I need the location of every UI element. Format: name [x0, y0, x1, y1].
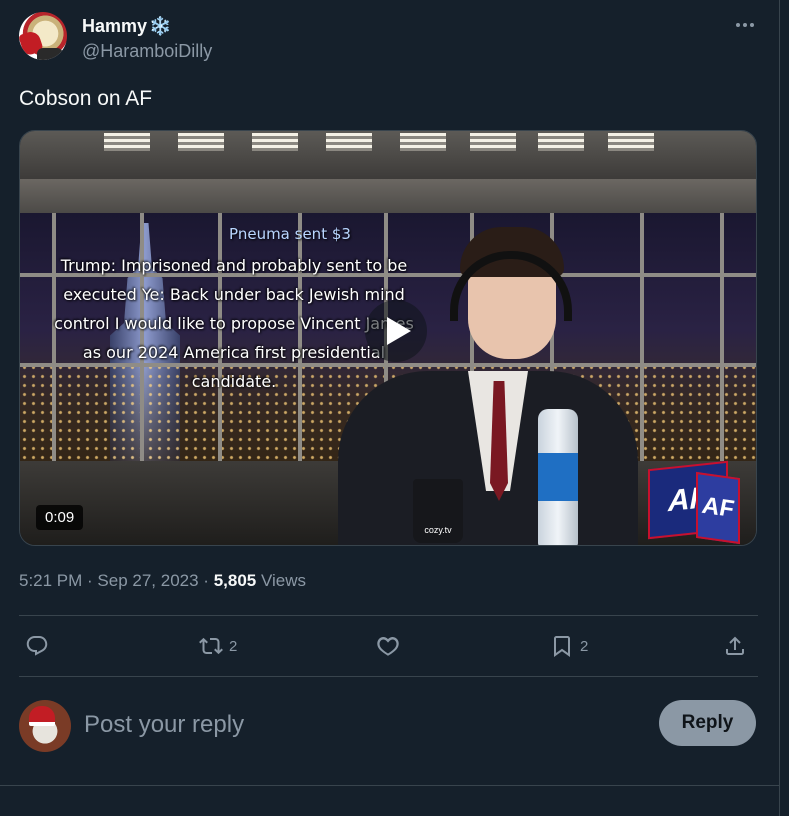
divider [19, 676, 758, 677]
tweet-time[interactable]: 5:21 PM [19, 571, 82, 590]
video-ceiling [20, 131, 756, 179]
reply-input[interactable] [84, 708, 624, 742]
retweet-action[interactable]: 2 [199, 626, 237, 666]
action-bar: 2 2 [19, 626, 758, 666]
more-options-button[interactable] [730, 14, 760, 36]
like-icon [377, 636, 399, 656]
author-display-name[interactable]: Hammy ❄️ [82, 16, 171, 37]
bookmark-icon [554, 636, 570, 657]
video-player[interactable]: cozy.tv AF AF Pneuma sent $3 Trump: Impr… [19, 130, 757, 546]
mug: cozy.tv [413, 479, 463, 543]
video-duration: 0:09 [36, 505, 84, 530]
water-bottle [538, 409, 578, 545]
play-button[interactable] [365, 300, 427, 362]
tweet-meta: 5:21 PM · Sep 27, 2023 · 5,805 Views [19, 571, 307, 590]
more-icon [736, 23, 740, 27]
share-icon [726, 636, 744, 655]
tweet-column: Hammy ❄️ @HaramboiDilly Cobson on AF coz… [0, 0, 780, 816]
donation-name: Pneuma sent $3 [229, 225, 351, 243]
play-icon [386, 317, 411, 345]
divider [0, 785, 779, 786]
share-action[interactable] [723, 626, 747, 666]
like-action[interactable] [376, 626, 406, 666]
divider [19, 615, 758, 616]
author-avatar[interactable] [19, 12, 67, 60]
tweet-text: Cobson on AF [19, 87, 153, 110]
views-count: 5,805 [213, 571, 257, 590]
snowflake-emoji: ❄️ [149, 16, 172, 36]
retweet-icon [199, 637, 223, 655]
santa-hat-icon [29, 706, 55, 726]
user-avatar[interactable] [19, 700, 71, 752]
tweet-date[interactable]: Sep 27, 2023 [97, 571, 198, 590]
author-handle[interactable]: @HaramboiDilly [82, 41, 212, 62]
reply-button[interactable]: Reply [659, 700, 756, 746]
reply-action[interactable] [25, 626, 55, 666]
reply-icon [26, 636, 48, 656]
views-label: Views [260, 571, 307, 590]
donation-message: Trump: Imprisoned and probably sent to b… [54, 256, 414, 391]
bookmark-action[interactable]: 2 [550, 626, 588, 666]
af-logo-side: AF [696, 471, 740, 545]
